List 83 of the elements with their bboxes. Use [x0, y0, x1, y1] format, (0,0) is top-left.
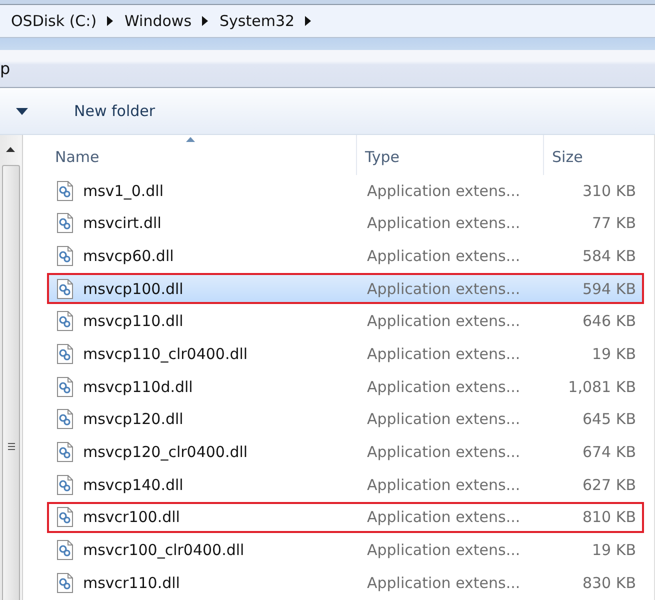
- file-row[interactable]: msv1_0.dll Application extens... 310 KB: [47, 175, 644, 206]
- grip-icon: [8, 442, 14, 450]
- file-size: 594 KB: [582, 280, 636, 298]
- file-row[interactable]: msvcp110d.dll Application extens... 1,081 KB: [47, 371, 644, 402]
- chevron-right-icon[interactable]: [106, 16, 113, 26]
- caret-icon[interactable]: [16, 108, 28, 114]
- file-icon: [57, 572, 73, 593]
- scrollbar[interactable]: [0, 135, 23, 600]
- file-icon: [57, 180, 73, 200]
- file-type: Application extens...: [367, 574, 520, 592]
- column-header[interactable]: Size: [544, 135, 644, 175]
- file-size: 674 KB: [582, 443, 636, 461]
- file-name: msvcp110.dll: [83, 312, 184, 330]
- breadcrumb-item[interactable]: Windows: [124, 12, 192, 30]
- file-type: Application extens...: [367, 443, 520, 461]
- file-name: msvcp110_clr0400.dll: [83, 344, 248, 363]
- new-folder-button[interactable]: New folder: [72, 98, 158, 124]
- file-size: 77 KB: [592, 214, 636, 232]
- file-row[interactable]: msvcp110.dll Application extens... 646 KB: [47, 306, 644, 337]
- file-name: msvcp120_clr0400.dll: [83, 443, 248, 461]
- file-row[interactable]: msvcp110_clr0400.dll Application extens... 19 KB: [47, 338, 644, 370]
- file-row[interactable]: msvcr110.dll Application extens... 830 KB: [47, 567, 644, 598]
- file-row[interactable]: msvcirt.dll Application extens... 77 KB: [47, 208, 644, 239]
- file-name: msvcr100.dll: [83, 508, 180, 526]
- file-type: Application extens...: [367, 214, 520, 232]
- column-header[interactable]: Type: [357, 135, 544, 175]
- column-header[interactable]: Name: [47, 135, 357, 175]
- file-type: Application extens...: [367, 410, 520, 428]
- file-icon: [57, 246, 73, 266]
- file-icon: [57, 442, 73, 462]
- file-type: Application extens...: [367, 378, 520, 396]
- file-type: Application extens...: [367, 344, 520, 363]
- file-name: msvcr100_clr0400.dll: [83, 541, 244, 560]
- file-type: Application extens...: [367, 280, 520, 298]
- chevron-right-icon[interactable]: [202, 16, 208, 26]
- file-icon: [57, 376, 73, 397]
- file-icon: [57, 278, 73, 299]
- file-type: Application extens...: [367, 476, 520, 494]
- file-icon: [57, 344, 73, 364]
- file-row[interactable]: msvcp120.dll Application extens... 645 KB: [47, 404, 644, 435]
- file-icon: [57, 474, 73, 495]
- file-type: Application extens...: [367, 541, 520, 560]
- file-size: 645 KB: [582, 410, 636, 428]
- file-row[interactable]: msvcp120_clr0400.dll Application extens... 674 KB: [47, 436, 644, 468]
- file-icon: [57, 311, 73, 332]
- sort-up-icon: [186, 137, 196, 142]
- file-name: msvcirt.dll: [83, 214, 162, 232]
- file-row[interactable]: msvcp100.dll Application extens... 594 KB: [47, 273, 644, 304]
- file-size: 310 KB: [582, 182, 636, 200]
- file-icon: [57, 213, 73, 234]
- file-size: 627 KB: [582, 476, 636, 494]
- file-icon: [57, 507, 73, 528]
- chevron-right-icon[interactable]: [304, 16, 311, 26]
- address-bar[interactable]: OSDisk (C:) Windows System32: [0, 4, 655, 38]
- file-row[interactable]: msvcp140.dll Application extens... 627 KB: [47, 469, 644, 500]
- file-type: Application extens...: [367, 508, 520, 526]
- file-name: msvcr110.dll: [83, 574, 180, 592]
- file-icon: [57, 409, 73, 430]
- file-size: 584 KB: [582, 246, 636, 265]
- file-size: 19 KB: [592, 541, 636, 560]
- scrollbar-thumb[interactable]: [2, 165, 20, 600]
- file-name: msvcp110d.dll: [83, 378, 193, 396]
- file-size: 830 KB: [582, 574, 636, 592]
- file-name: msv1_0.dll: [83, 182, 164, 200]
- file-name: msvcp120.dll: [83, 410, 184, 428]
- file-size: 1,081 KB: [568, 378, 636, 396]
- file-type: Application extens...: [367, 312, 520, 330]
- file-type: Application extens...: [367, 182, 520, 200]
- file-name: msvcp100.dll: [83, 280, 184, 298]
- file-size: 646 KB: [582, 312, 636, 330]
- breadcrumb-item[interactable]: OSDisk (C:): [11, 12, 97, 30]
- file-size: 810 KB: [582, 508, 636, 526]
- file-row[interactable]: msvcr100.dll Application extens... 810 KB: [47, 502, 644, 533]
- file-name: msvcp60.dll: [83, 246, 174, 265]
- file-row[interactable]: msvcr100_clr0400.dll Application extens... 19 KB: [47, 534, 644, 566]
- file-icon: [57, 540, 73, 560]
- file-row[interactable]: msvcp60.dll Application extens... 584 KB: [47, 240, 644, 272]
- breadcrumb-item[interactable]: System32: [220, 12, 295, 30]
- file-size: 19 KB: [592, 344, 636, 363]
- scroll-up-icon[interactable]: [6, 147, 15, 152]
- menu-item[interactable]: p: [0, 59, 10, 78]
- file-type: Application extens...: [367, 246, 520, 265]
- file-name: msvcp140.dll: [83, 476, 184, 494]
